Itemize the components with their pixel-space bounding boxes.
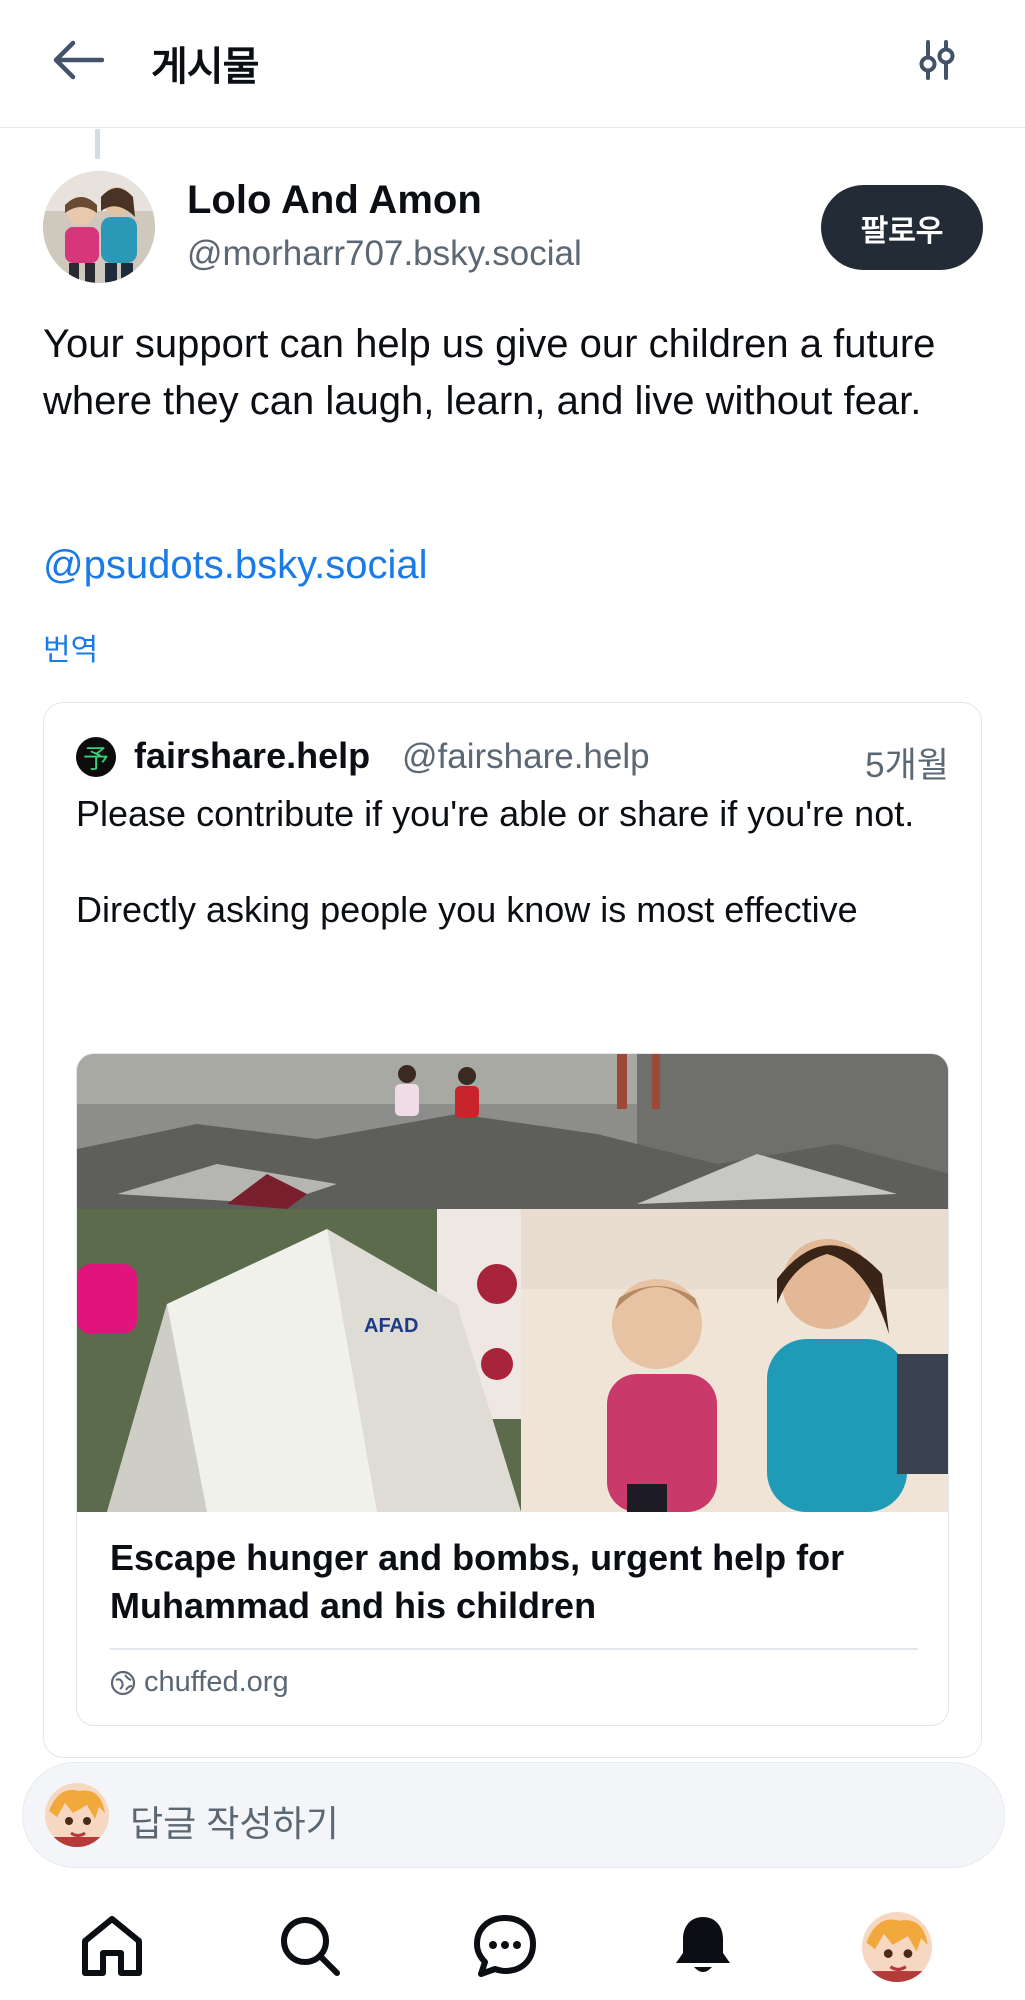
author-handle[interactable]: @morharr707.bsky.social xyxy=(187,234,582,274)
sliders-icon xyxy=(919,40,955,80)
author-name[interactable]: Lolo And Amon xyxy=(187,178,482,223)
home-icon xyxy=(82,1916,142,1976)
notifications-icon xyxy=(676,1917,730,1972)
post-text: Your support can help us give our childr… xyxy=(43,322,936,423)
nav-notifications[interactable] xyxy=(665,1908,741,1984)
quoted-post-time: 5개월 xyxy=(865,746,949,785)
page-title: 게시물 xyxy=(151,45,259,89)
thread-connector-line xyxy=(95,129,100,159)
external-link-card[interactable]: AFAD Escape hunger and bombs, urgent hel… xyxy=(76,1053,949,1726)
back-button[interactable] xyxy=(48,34,108,86)
link-domain: chuffed.org xyxy=(144,1666,289,1698)
link-domain-row: chuffed.org xyxy=(110,1666,289,1699)
quoted-post-text: Please contribute if you're able or shar… xyxy=(76,793,915,930)
thread-options-button[interactable] xyxy=(907,34,967,86)
nav-search[interactable] xyxy=(272,1908,348,1984)
quoted-avatar-glyph: 予 xyxy=(82,744,109,775)
my-avatar xyxy=(45,1783,109,1847)
globe-icon xyxy=(110,1670,136,1695)
mention-link[interactable]: @psudots.bsky.social xyxy=(43,543,427,588)
quoted-author-name[interactable]: fairshare.help xyxy=(134,735,370,777)
quoted-author-handle[interactable]: @fairshare.help xyxy=(402,737,650,777)
author-avatar[interactable] xyxy=(43,171,155,283)
link-divider xyxy=(110,1648,918,1650)
nav-home[interactable] xyxy=(74,1908,150,1984)
chat-icon xyxy=(474,1915,536,1977)
quoted-author-avatar[interactable]: 予 xyxy=(76,737,116,777)
follow-button[interactable]: 팔로우 xyxy=(821,185,983,270)
translate-link[interactable]: 번역 xyxy=(43,625,98,669)
arrow-left-icon xyxy=(53,40,104,80)
nav-profile-avatar[interactable] xyxy=(862,1912,932,1982)
reply-placeholder[interactable]: 답글 작성하기 xyxy=(130,1795,339,1847)
tent-logo-text: AFAD xyxy=(364,1315,418,1337)
link-title[interactable]: Escape hunger and bombs, urgent help for… xyxy=(110,1534,910,1630)
link-preview-image: AFAD xyxy=(77,1054,948,1512)
nav-chat[interactable] xyxy=(467,1908,543,1984)
search-icon xyxy=(281,1917,340,1976)
top-bar: 게시물 xyxy=(0,0,1025,128)
